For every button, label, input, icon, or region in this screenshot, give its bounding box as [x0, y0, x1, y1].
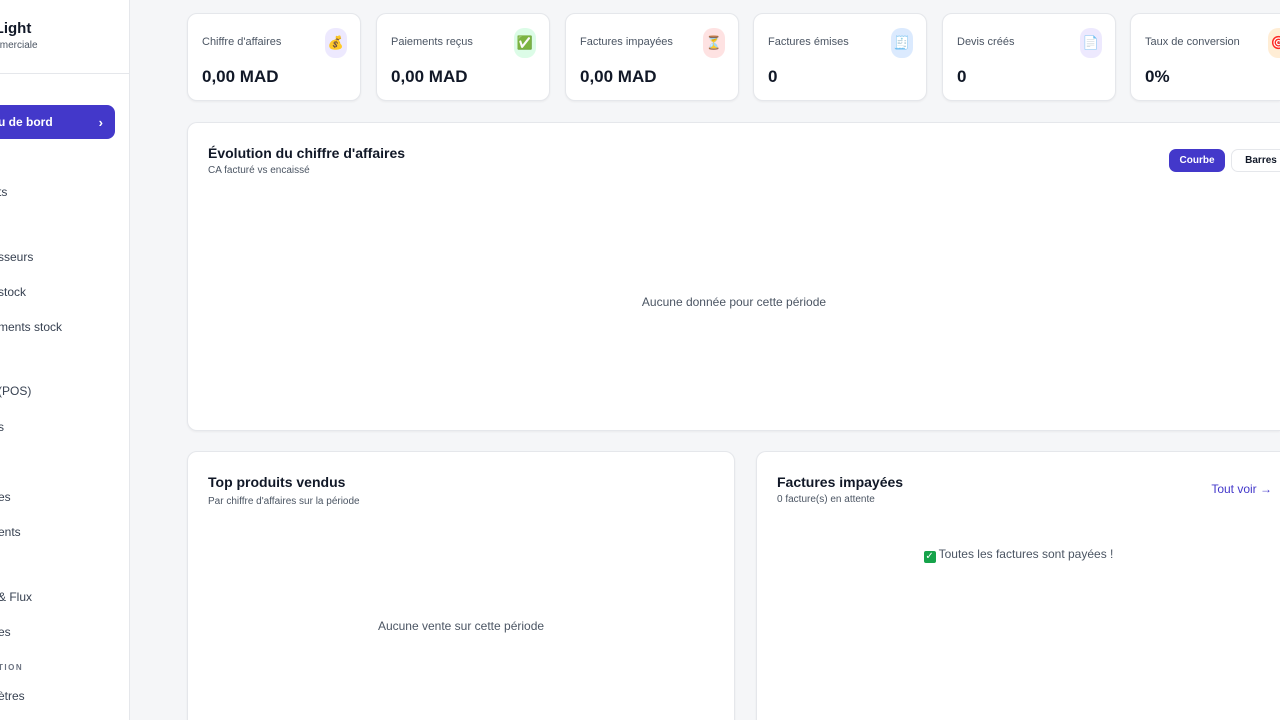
kpi-label: Chiffre d'affaires: [202, 36, 282, 48]
sidebar-item[interactable]: ètres: [0, 689, 25, 703]
revenue-chart-panel: Évolution du chiffre d'affaires CA factu…: [187, 122, 1280, 431]
toggle-bars-button[interactable]: Barres: [1231, 149, 1280, 172]
kpi-label: Factures impayées: [580, 36, 673, 48]
sidebar-item[interactable]: ts: [0, 185, 7, 199]
kpi-card-quotes: Devis créés 0 📄: [942, 13, 1116, 101]
sidebar-divider: [0, 73, 129, 74]
money-bag-icon: 💰: [325, 28, 347, 58]
sidebar-item[interactable]: stock: [0, 285, 26, 299]
kpi-card-revenue: Chiffre d'affaires 0,00 MAD 💰: [187, 13, 361, 101]
sidebar-item-label: u de bord: [0, 115, 53, 129]
kpi-label: Factures émises: [768, 36, 849, 48]
sidebar-item[interactable]: & Flux: [0, 590, 32, 604]
chevron-right-icon: ›: [98, 114, 103, 130]
empty-state-message: Aucune donnée pour cette période: [641, 295, 827, 309]
receipt-icon: 🧾: [891, 28, 913, 58]
empty-state-message: Aucune vente sur cette période: [377, 619, 545, 633]
kpi-value: 0,00 MAD: [202, 67, 279, 86]
kpi-card-conversion: Taux de conversion 0% 🎯: [1130, 13, 1280, 101]
kpi-value: 0,00 MAD: [391, 67, 468, 86]
panel-title: Évolution du chiffre d'affaires: [208, 145, 406, 161]
panel-subtitle: CA facturé vs encaissé: [208, 165, 310, 176]
kpi-card-payments: Paiements reçus 0,00 MAD ✅: [376, 13, 550, 101]
toggle-curve-button[interactable]: Courbe: [1169, 149, 1225, 172]
kpi-card-issued-invoices: Factures émises 0 🧾: [753, 13, 927, 101]
kpi-label: Paiements reçus: [391, 36, 473, 48]
hourglass-icon: ⏳: [703, 28, 725, 58]
kpi-value: 0: [768, 67, 778, 86]
sidebar-section-label: TION: [0, 663, 24, 672]
panel-title: Factures impayées: [777, 474, 904, 490]
kpi-value: 0%: [1145, 67, 1170, 86]
kpi-value: 0: [957, 67, 967, 86]
sidebar-item[interactable]: s: [0, 420, 4, 434]
panel-subtitle: Par chiffre d'affaires sur la période: [208, 496, 360, 507]
kpi-label: Devis créés: [957, 36, 1015, 48]
panel-subtitle: 0 facture(s) en attente: [777, 494, 875, 505]
kpi-label: Taux de conversion: [1145, 36, 1240, 48]
check-mark-icon: ✅: [514, 28, 536, 58]
check-mark-icon: ✓: [923, 551, 936, 563]
sidebar-item[interactable]: ments stock: [0, 320, 62, 334]
panel-title: Top produits vendus: [208, 474, 346, 490]
sidebar-item[interactable]: es: [0, 490, 11, 504]
sidebar-item-dashboard[interactable]: u de bord ›: [0, 105, 115, 139]
sidebar-item[interactable]: ents: [0, 525, 21, 539]
sidebar-item[interactable]: (POS): [0, 384, 31, 398]
brand-title: ki Light: [0, 20, 32, 37]
target-icon: 🎯: [1268, 28, 1280, 58]
brand-subtitle: on commerciale: [0, 40, 38, 51]
sidebar-item[interactable]: es: [0, 625, 11, 639]
top-products-panel: Top produits vendus Par chiffre d'affair…: [187, 451, 735, 720]
empty-state-message: Toutes les factures sont payées !: [938, 547, 1114, 561]
sidebar-item[interactable]: sseurs: [0, 250, 33, 264]
empty-state: ✓ Toutes les factures sont payées !: [757, 547, 1280, 563]
kpi-value: 0,00 MAD: [580, 67, 657, 86]
sidebar: ki Light on commerciale u de bord › ts s…: [0, 0, 130, 720]
view-all-link[interactable]: Tout voir →: [1211, 482, 1272, 496]
document-icon: 📄: [1080, 28, 1102, 58]
unpaid-invoices-panel: Factures impayées 0 facture(s) en attent…: [756, 451, 1280, 720]
brand: ki Light on commerciale: [0, 20, 38, 51]
kpi-card-unpaid: Factures impayées 0,00 MAD ⏳: [565, 13, 739, 101]
